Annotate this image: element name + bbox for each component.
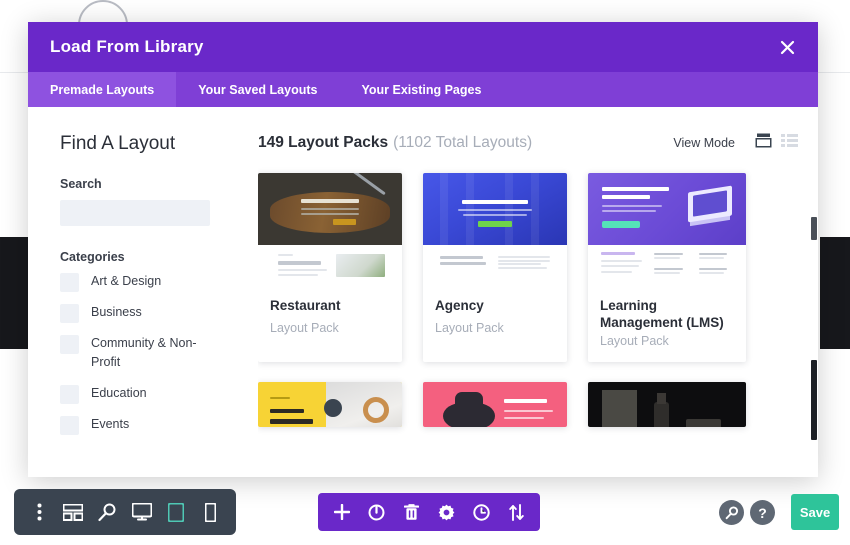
layout-pack-thumbnail [423, 173, 567, 245]
layout-pack-card-fashion[interactable] [423, 381, 567, 427]
power-icon[interactable] [364, 499, 390, 525]
category-label: Community & Non-Profit [91, 336, 197, 370]
view-mode-label: View Mode [673, 136, 735, 150]
categories-list: Art & Design Business Community & Non-Pr… [60, 272, 258, 435]
more-options-icon[interactable] [26, 499, 52, 525]
save-button[interactable]: Save [791, 494, 839, 530]
category-item-business[interactable]: Business [60, 303, 258, 323]
layout-pack-card-coffee-shop[interactable] [588, 381, 746, 427]
sidebar: Find A Layout Search Categories Art & De… [28, 107, 258, 477]
layout-pack-thumbnail [588, 381, 746, 427]
tab-premade-layouts[interactable]: Premade Layouts [28, 72, 177, 107]
close-icon[interactable] [774, 34, 800, 60]
layout-pack-thumbnail [588, 173, 746, 245]
modal-title: Load From Library [50, 37, 204, 56]
checkbox-icon[interactable] [60, 384, 79, 404]
view-mode-controls: View Mode [673, 133, 798, 153]
history-clock-icon[interactable] [469, 499, 495, 525]
layout-pack-subthumbnail [423, 245, 567, 289]
left-toolbar [14, 489, 236, 535]
category-label: Events [91, 416, 130, 431]
grid-view-icon[interactable] [755, 133, 772, 153]
background-block-right [820, 237, 850, 349]
layout-pack-name: Restaurant [270, 298, 341, 313]
sidebar-title: Find A Layout [60, 133, 176, 154]
category-label: Business [91, 305, 142, 319]
settings-gear-icon[interactable] [434, 499, 460, 525]
search-input[interactable] [60, 200, 210, 226]
background-block-left [0, 237, 30, 349]
layout-pack-type: Layout Pack [270, 321, 339, 336]
category-item-art-design[interactable]: Art & Design [60, 272, 258, 292]
tab-your-existing-pages[interactable]: Your Existing Pages [339, 72, 503, 107]
screen: Load From Library Premade Layouts Your S… [0, 0, 850, 545]
packs-count: 149 Layout Packs [258, 134, 389, 151]
checkbox-icon[interactable] [60, 304, 79, 323]
layout-pack-type: Layout Pack [435, 321, 504, 336]
add-icon[interactable] [329, 499, 355, 525]
category-label: Education [91, 385, 147, 400]
layout-pack-name: Agency [435, 298, 484, 313]
checkbox-icon[interactable] [60, 335, 79, 354]
load-from-library-modal: Load From Library Premade Layouts Your S… [28, 22, 818, 477]
help-glyph: ? [758, 504, 767, 521]
layout-pack-card-design-agency[interactable] [258, 381, 402, 427]
layout-pack-grid-row-2 [258, 381, 798, 427]
category-item-community-non-profit[interactable]: Community & Non-Profit [60, 334, 258, 373]
layout-packs-content: 149 Layout Packs (1102 Total Layouts) Vi… [258, 107, 818, 477]
wireframe-icon[interactable] [60, 499, 86, 525]
layout-pack-subthumbnail [588, 245, 746, 289]
content-header: 149 Layout Packs (1102 Total Layouts) Vi… [258, 133, 798, 153]
search-label: Search [60, 177, 102, 191]
layout-pack-thumbnail [423, 381, 567, 427]
layout-pack-name: Learning Management (LMS) [600, 298, 724, 331]
desktop-view-icon[interactable] [129, 499, 155, 525]
list-view-icon[interactable] [781, 133, 798, 153]
layout-pack-thumbnail [258, 173, 402, 245]
modal-tabs: Premade Layouts Your Saved Layouts Your … [28, 72, 818, 107]
category-item-events[interactable]: Events [60, 415, 258, 435]
sort-arrows-icon[interactable] [504, 499, 530, 525]
scrollbar-thumb-top[interactable] [811, 217, 817, 240]
layout-pack-caption: Restaurant Layout Pack [258, 289, 402, 349]
phone-view-icon[interactable] [198, 499, 224, 525]
checkbox-icon[interactable] [60, 415, 79, 435]
center-toolbar [318, 493, 540, 531]
tablet-view-icon[interactable] [163, 499, 189, 525]
layout-pack-card-agency[interactable]: Agency Layout Pack [423, 173, 567, 362]
tab-your-saved-layouts[interactable]: Your Saved Layouts [176, 72, 339, 107]
layout-pack-card-restaurant[interactable]: Restaurant Layout Pack [258, 173, 402, 362]
layout-pack-card-lms[interactable]: Learning Management (LMS) Layout Pack [588, 173, 746, 362]
layout-pack-grid: Restaurant Layout Pack Agency Layout Pac… [258, 173, 798, 362]
modal-body: Find A Layout Search Categories Art & De… [28, 107, 818, 477]
help-icon[interactable]: ? [750, 500, 775, 525]
trash-icon[interactable] [399, 499, 425, 525]
layout-pack-caption: Agency Layout Pack [423, 289, 567, 349]
category-label: Art & Design [91, 274, 162, 288]
zoom-out-icon[interactable] [95, 499, 121, 525]
layout-pack-thumbnail [258, 381, 402, 427]
layout-pack-type: Layout Pack [600, 333, 669, 348]
layout-pack-subthumbnail [258, 245, 402, 289]
search-icon[interactable] [719, 500, 744, 525]
checkbox-icon[interactable] [60, 273, 79, 292]
categories-label: Categories [60, 250, 125, 264]
category-item-education[interactable]: Education [60, 384, 258, 404]
layout-pack-caption: Learning Management (LMS) Layout Pack [588, 289, 746, 362]
modal-header: Load From Library [28, 22, 818, 72]
packs-total: (1102 Total Layouts) [393, 134, 533, 151]
scrollbar-thumb[interactable] [811, 360, 817, 440]
